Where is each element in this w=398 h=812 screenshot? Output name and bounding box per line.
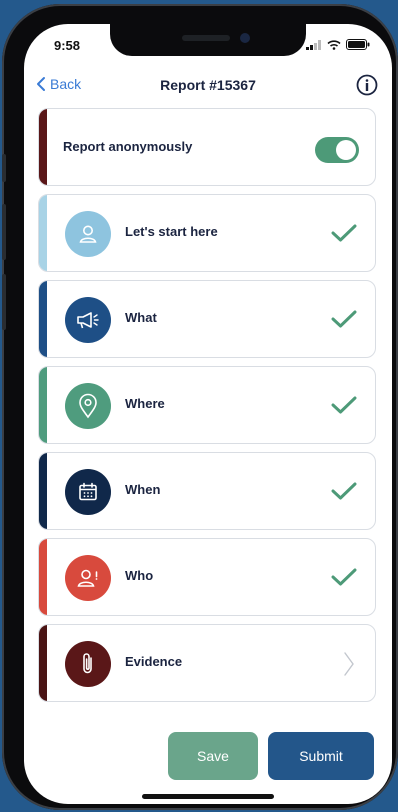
nav-bar: Back Report #15367 [24,64,392,110]
check-icon [331,396,357,414]
anonymous-accent-bar [39,109,47,185]
anonymous-toggle[interactable] [315,137,359,163]
section-when[interactable]: When [38,452,376,530]
anonymous-label: Report anonymously [63,139,193,154]
battery-icon [346,39,370,50]
info-icon [356,74,378,96]
check-icon [331,310,357,328]
page-title: Report #15367 [160,77,256,93]
person-alert-icon [65,555,111,601]
report-sections: Report anonymously Let's start here What… [38,108,376,710]
toggle-knob [336,140,356,160]
section-label: When [125,482,161,497]
section-where[interactable]: Where [38,366,376,444]
notch [110,24,306,56]
section-who[interactable]: Who [38,538,376,616]
paperclip-icon [65,641,111,687]
location-pin-icon [65,383,111,429]
section-accent-bar [39,195,47,271]
mute-switch [2,154,6,182]
app-screen: 9:58 Back Report #15367 Report anonymous… [24,24,392,804]
speaker [182,35,230,41]
phone-frame: 9:58 Back Report #15367 Report anonymous… [2,4,398,810]
section-what[interactable]: What [38,280,376,358]
section-lets-start-here[interactable]: Let's start here [38,194,376,272]
status-time: 9:58 [54,38,81,53]
person-icon [65,211,111,257]
anonymous-card: Report anonymously [38,108,376,186]
save-button[interactable]: Save [168,732,258,780]
status-icons [306,39,370,50]
check-icon [331,224,357,242]
section-accent-bar [39,453,47,529]
check-icon [331,482,357,500]
section-accent-bar [39,367,47,443]
front-camera [240,33,250,43]
volume-up-button [2,204,6,260]
home-indicator [142,794,274,799]
volume-down-button [2,274,6,330]
section-label: Who [125,568,154,583]
section-accent-bar [39,281,47,357]
info-button[interactable] [356,74,378,100]
section-label: Let's start here [125,224,218,239]
section-evidence[interactable]: Evidence [38,624,376,702]
wifi-icon [327,39,341,50]
submit-button[interactable]: Submit [268,732,374,780]
section-label: Where [125,396,165,411]
section-label: What [125,310,157,325]
chevron-right-icon [344,652,354,676]
signal-icon [306,39,321,50]
section-accent-bar [39,625,47,701]
calendar-icon [65,469,111,515]
section-label: Evidence [125,654,183,669]
check-icon [331,568,357,586]
section-accent-bar [39,539,47,615]
action-bar: Save Submit [24,732,392,792]
megaphone-icon [65,297,111,343]
